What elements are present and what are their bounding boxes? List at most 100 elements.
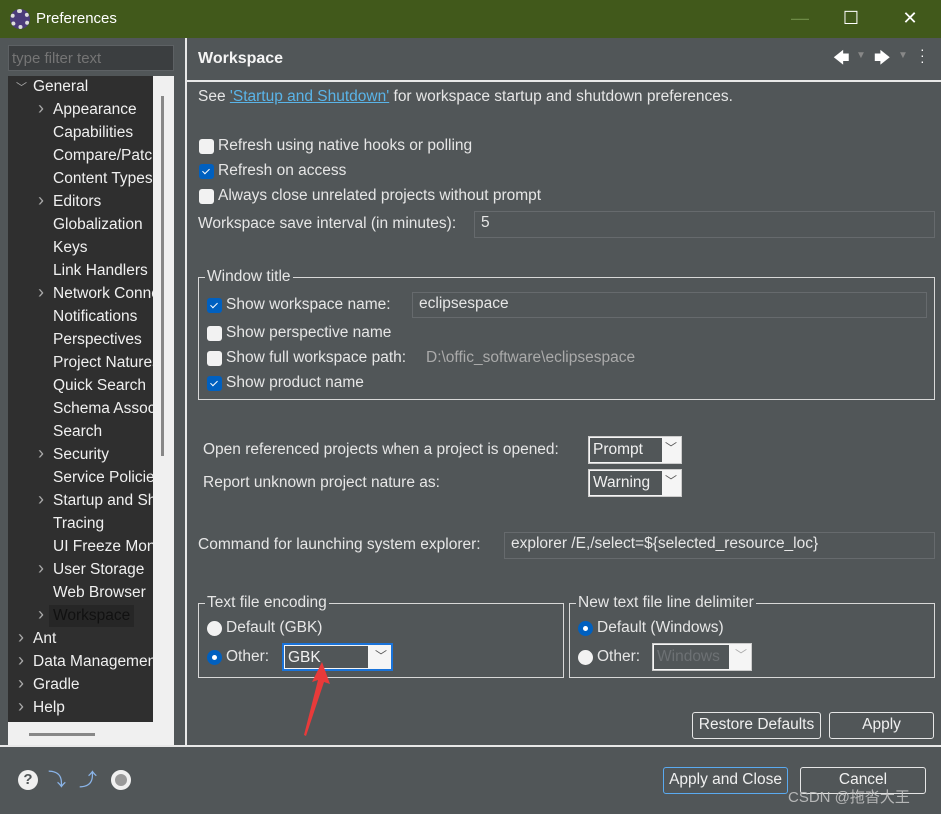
chevron-down-icon: ﹀ [374,649,387,663]
chevron-right-icon[interactable]: › [18,627,24,648]
tree-item[interactable]: Editors [53,191,101,213]
chevron-down-icon: ﹀ [664,441,677,455]
show-workspace-name-checkbox[interactable] [207,298,222,313]
encoding-default-radio[interactable] [207,621,222,636]
delimiter-default-radio[interactable] [578,621,593,636]
show-full-path-label: Show full workspace path: [226,349,407,366]
chevron-right-icon[interactable]: › [38,190,44,211]
back-arrow-icon[interactable]: 🡄 [833,47,850,74]
chevron-right-icon[interactable]: › [38,98,44,119]
show-product-label: Show product name [226,374,364,391]
tree-item[interactable]: Compare/Patch [53,145,153,167]
tree-item[interactable]: Security [53,444,109,466]
tree-item[interactable]: Search [53,421,102,443]
tree-scroll-thumb[interactable] [161,96,164,456]
apply-button[interactable]: Apply [829,712,934,739]
tree-item[interactable]: Service Policies [53,467,153,489]
tree-item[interactable]: Project Natures [53,352,153,374]
save-interval-input[interactable]: 5 [474,211,935,238]
tree-item[interactable]: Help [33,697,65,719]
always-close-label: Always close unrelated projects without … [218,187,542,204]
import-icon[interactable]: ⤵ [48,770,68,790]
chevron-right-icon[interactable]: › [18,650,24,671]
maximize-button[interactable]: ☐ [836,8,866,29]
watermark: CSDN @拖沓大王 [788,789,910,806]
chevron-right-icon[interactable]: › [18,696,24,717]
open-referenced-select[interactable]: Prompt ﹀ [588,436,682,464]
tree-item[interactable]: Perspectives [53,329,142,351]
chevron-right-icon[interactable]: › [38,489,44,510]
tree-item[interactable]: Tracing [53,513,104,535]
tree-item[interactable]: User Storage [53,559,144,581]
open-referenced-value: Prompt [590,438,662,462]
refresh-native-checkbox[interactable] [199,139,214,154]
show-perspective-label: Show perspective name [226,324,392,341]
show-perspective-checkbox[interactable] [207,326,222,341]
chevron-down-icon: ﹀ [664,474,677,488]
page-title: Workspace [198,50,284,67]
tree-item[interactable]: Ant [33,628,56,650]
view-menu-icon[interactable]: · · · [920,42,925,68]
export-icon[interactable]: ⤴ [79,770,99,790]
chevron-right-icon[interactable]: › [38,604,44,625]
restore-defaults-button[interactable]: Restore Defaults [692,712,821,739]
tree-item[interactable]: Gradle [33,674,80,696]
delimiter-other-radio[interactable] [578,650,593,665]
always-close-checkbox[interactable] [199,189,214,204]
chevron-down-icon[interactable]: ﹀ [16,79,27,95]
line-delimiter-group [569,603,935,678]
tree-item[interactable]: Schema Associations [53,398,153,420]
explorer-command-label: Command for launching system explorer: [198,536,481,553]
report-nature-select[interactable]: Warning ﹀ [588,469,682,497]
delimiter-other-select[interactable]: Windows ﹀ [652,643,752,671]
sash-divider[interactable] [185,38,187,745]
tree-item[interactable]: Keys [53,237,87,259]
tree-item[interactable]: General [33,76,88,98]
back-history-dropdown-icon[interactable]: ▼ [856,50,866,61]
delimiter-other-label: Other: [597,648,641,665]
refresh-access-checkbox[interactable] [199,164,214,179]
forward-history-dropdown-icon[interactable]: ▼ [898,50,908,61]
tree-item[interactable]: Notifications [53,306,137,328]
tree-item[interactable]: Startup and Shutdown [53,490,153,512]
eclipse-app-icon [10,9,30,29]
encoding-other-radio[interactable] [207,650,222,665]
help-icon[interactable]: ? [18,770,38,790]
tree-item[interactable]: Capabilities [53,122,133,144]
tree-item[interactable]: Data Management [33,651,153,673]
explorer-command-input[interactable]: explorer /E,/select=${selected_resource_… [504,532,935,559]
delimiter-other-value: Windows [654,645,729,669]
line-delimiter-legend: New text file line delimiter [576,594,756,612]
tree-item[interactable]: Link Handlers [53,260,148,282]
tree-item[interactable]: Globalization [53,214,143,236]
tree-item[interactable]: Network Connections [53,283,153,305]
report-nature-value: Warning [590,471,662,495]
preferences-tree: ﹀ General › Appearance Capabilities Compare/P… [8,76,153,722]
tree-item[interactable]: Workspace [49,605,135,627]
open-referenced-label: Open referenced projects when a project … [203,441,559,458]
tree-item[interactable]: Content Types [53,168,153,190]
chevron-right-icon[interactable]: › [38,282,44,303]
workspace-name-input[interactable]: eclipsespace [412,292,927,318]
filter-input[interactable] [8,45,174,71]
minimize-button[interactable]: — [785,8,815,29]
tree-item[interactable]: Quick Search [53,375,146,397]
tree-item[interactable]: UI Freeze Monitoring [53,536,153,558]
tree-item[interactable]: Appearance [53,99,137,121]
forward-arrow-icon[interactable]: 🡆 [874,47,891,74]
startup-shutdown-link[interactable]: 'Startup and Shutdown' [230,88,389,105]
show-product-checkbox[interactable] [207,376,222,391]
record-icon[interactable] [111,770,131,790]
apply-and-close-button[interactable]: Apply and Close [663,767,788,794]
tree-item[interactable]: Web Browser [53,582,146,604]
chevron-right-icon[interactable]: › [38,443,44,464]
header-separator [187,80,941,82]
show-full-path-checkbox[interactable] [207,351,222,366]
tree-hscroll-thumb[interactable] [29,733,95,736]
chevron-right-icon[interactable]: › [18,673,24,694]
report-nature-label: Report unknown project nature as: [203,474,440,491]
full-path-value: D:\offic_software\eclipsespace [426,349,636,366]
close-button[interactable]: ✕ [895,8,925,29]
chevron-right-icon[interactable]: › [38,558,44,579]
window-title: Preferences [36,10,117,27]
